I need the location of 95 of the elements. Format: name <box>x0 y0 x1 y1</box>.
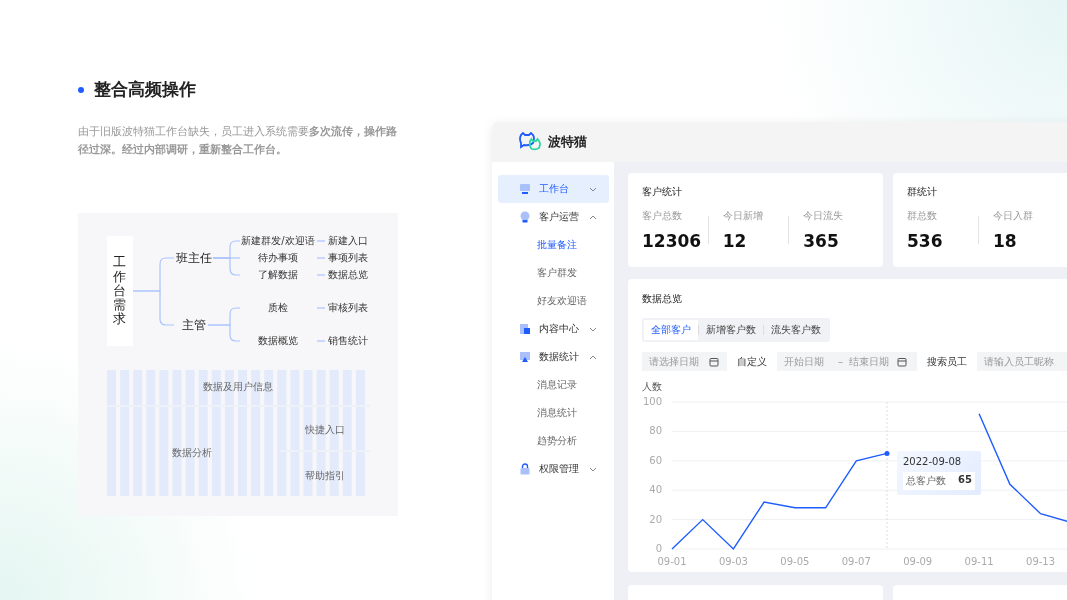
stat-label: 今日入群 <box>993 209 1034 223</box>
lock-icon <box>519 463 531 475</box>
mind-map-branch: 班主任 <box>176 249 212 267</box>
axis-tick-label: 09-01 <box>657 556 687 567</box>
tooltip-value: 65 <box>958 474 972 488</box>
layout-area-label: 数据分析 <box>172 446 212 460</box>
nav-subitem[interactable]: 消息统计 <box>492 399 614 427</box>
mind-map-label: 待办事项 <box>258 251 298 265</box>
axis-tick-label: 80 <box>649 425 662 437</box>
nav-item[interactable]: 工作台 <box>498 175 609 203</box>
nav-item[interactable]: 内容中心 <box>498 315 609 343</box>
nav-item[interactable]: 权限管理 <box>498 455 609 483</box>
axis-tick-label: 09-03 <box>718 556 748 567</box>
mind-map-label: 数据概览 <box>258 334 298 348</box>
section-title: 整合高频操作 <box>94 78 196 101</box>
search-field[interactable]: 请输入员工昵称 <box>977 352 1067 371</box>
mind-map-branch: 主管 <box>182 316 206 334</box>
stat-label: 今日新增 <box>722 209 764 223</box>
axis-tick-label: 20 <box>649 513 662 525</box>
end-date-input[interactable]: 结束日期 <box>849 356 897 367</box>
connector-line <box>132 290 175 326</box>
axis-tick-label: 09-07 <box>841 556 871 567</box>
nav-item[interactable]: 数据统计 <box>498 343 609 371</box>
stat-value: 18 <box>993 231 1018 251</box>
nav-subitem[interactable]: 趋势分析 <box>492 427 614 455</box>
date-field[interactable]: 请选择日期 <box>642 352 727 371</box>
chevron-icon <box>589 354 597 360</box>
start-date-input[interactable]: 开始日期 <box>784 356 832 367</box>
calendar-icon <box>897 356 907 367</box>
axis-tick-label: 09-13 <box>1026 556 1056 567</box>
bulb-icon <box>519 211 531 223</box>
chevron-icon <box>589 326 597 332</box>
nav-subitem[interactable]: 消息记录 <box>492 371 614 399</box>
layout-area-label: 数据及用户信息 <box>203 380 273 394</box>
stat-label: 群总数 <box>907 209 938 223</box>
cat-logo-icon <box>518 132 542 152</box>
chevron-icon <box>589 186 597 192</box>
stat-label: 客户总数 <box>642 209 683 223</box>
mind-map-label: 数据总览 <box>328 268 368 282</box>
stat-value: 12306 <box>642 231 703 251</box>
axis-tick-label: 100 <box>642 396 662 407</box>
date-input[interactable]: 请选择日期 <box>649 356 709 367</box>
axis-tick-label: 09-11 <box>964 556 994 567</box>
nav-subitem[interactable]: 客户群发 <box>492 259 614 287</box>
tooltip-label: 总客户数 <box>906 474 946 489</box>
nav-subitem[interactable]: 好友欢迎语 <box>492 287 614 315</box>
axis-tick-label: 40 <box>649 484 662 496</box>
filter-tab[interactable]: 流失客户数 <box>764 320 828 340</box>
layout-area-label: 帮助指引 <box>305 469 345 483</box>
connector-line <box>207 324 241 342</box>
mind-map-label: 事项列表 <box>328 251 368 265</box>
data-point <box>884 450 890 456</box>
nav-item[interactable]: 客户运营 <box>498 203 609 231</box>
chart-icon <box>519 351 531 363</box>
filter-tab[interactable]: 全部客户 <box>644 320 698 340</box>
mind-map-label: 销售统计 <box>328 334 368 348</box>
filter-tab[interactable]: 新增客户数 <box>699 320 763 340</box>
section-description: 由于旧版波特猫工作台缺失，员工进入系统需要多次流传，操作路径过深。经过内部调研，重新整合工作台。 <box>78 124 398 158</box>
connector-line <box>316 257 326 259</box>
chevron-icon <box>589 214 597 220</box>
range-separator: – <box>838 356 843 367</box>
axis-tick-label: 60 <box>649 454 662 466</box>
filter-label: 搜索员工 <box>927 354 967 369</box>
monitor-icon <box>519 183 531 195</box>
mind-map-label: 了解数据 <box>258 268 298 282</box>
stat-value: 365 <box>803 231 840 251</box>
filter-label: 自定义 <box>737 354 767 369</box>
axis-tick-label: 0 <box>655 543 662 554</box>
axis-tick-label: 09-05 <box>780 556 810 567</box>
stat-label: 今日流失 <box>803 209 845 223</box>
app-brand: 波特猫 <box>548 133 587 151</box>
connector-line <box>316 274 326 276</box>
stat-value: 536 <box>907 231 944 251</box>
stat-value: 12 <box>722 231 748 251</box>
mind-map-label: 质检 <box>268 301 288 315</box>
card-title: 客户统计 <box>642 185 683 199</box>
bullet-dot <box>78 86 84 93</box>
mind-map-root: 工作台需求 <box>107 236 133 346</box>
layout-area-label: 快捷入口 <box>305 423 345 437</box>
mind-map-label: 新建入口 <box>328 234 368 248</box>
calendar-icon <box>709 356 719 367</box>
chevron-icon <box>589 466 597 472</box>
connector-line <box>316 340 326 342</box>
search-input[interactable]: 请输入员工昵称 <box>984 356 1067 367</box>
connector-line <box>316 307 326 309</box>
axis-title: 人数 <box>642 381 662 392</box>
axis-tick-label: 09-09 <box>903 556 933 567</box>
tooltip-date: 2022-09-08 <box>903 456 963 468</box>
mind-map-label: 新建群发/欢迎语 <box>241 234 315 248</box>
doc-icon <box>519 323 531 335</box>
connector-line <box>316 240 326 242</box>
mind-map-label: 审核列表 <box>328 301 368 315</box>
nav-subitem[interactable]: 批量备注 <box>492 231 614 259</box>
card-title: 数据总览 <box>642 292 683 306</box>
card-title: 群统计 <box>907 185 938 199</box>
